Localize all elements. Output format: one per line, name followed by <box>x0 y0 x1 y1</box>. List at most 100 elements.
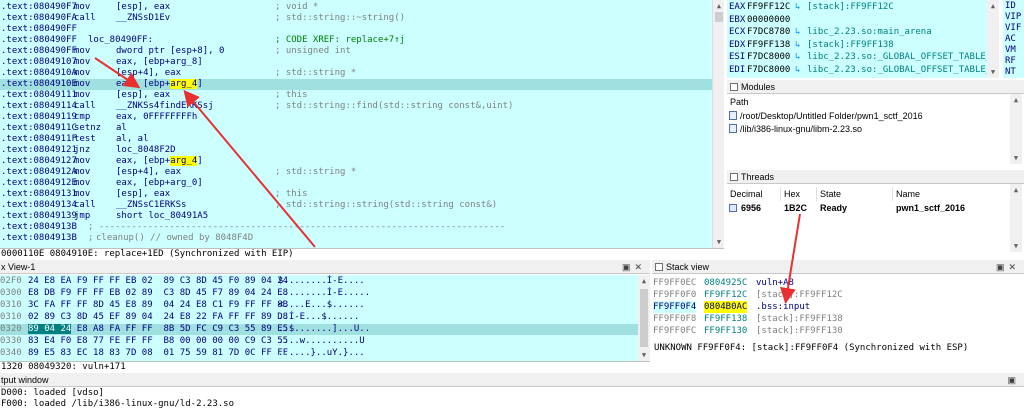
stackview-header[interactable]: Stack view ▣✕ <box>652 260 1024 274</box>
stack-row[interactable]: FF9FF0F0 FF9FF12C [stack]:FF9FF12C <box>652 289 1024 301</box>
disasm-line[interactable]: .text:0804912E mov eax, [ebp+arg_0] <box>0 178 712 189</box>
disasm-line[interactable]: .text:0804913B ; ------------------------… <box>0 222 712 233</box>
hex-bytes[interactable]: 3C FA FF FF 8D 45 E8 89 04 24 E8 C1 F9 F… <box>28 300 288 311</box>
register-value[interactable]: F7DC8780 <box>747 26 790 38</box>
register-row[interactable]: EAX FF9FF12C ↳ [stack]:FF9FF12C <box>727 1 987 13</box>
disasm-line[interactable]: .text:08049139 jmp short loc_80491A5 <box>0 211 712 222</box>
threads-scrollbar[interactable]: ▲ ▼ <box>1010 184 1022 252</box>
stack-value[interactable]: 0804B0AC <box>704 301 748 313</box>
modules-scrollbar[interactable]: ▲ ▼ <box>1010 94 1022 164</box>
hex-line[interactable]: 0310 3C FA FF FF 8D 45 E8 89 04 24 E8 C1 … <box>0 300 638 311</box>
hex-line[interactable]: 0320 89 04 24 E8 A8 FA FF FF 8B 5D FC C9 … <box>0 324 638 335</box>
scroll-thumb[interactable] <box>640 289 648 347</box>
scroll-down-icon[interactable]: ▼ <box>1010 240 1022 252</box>
register-value[interactable]: FF9FF138 <box>747 39 790 51</box>
hex-line[interactable]: 0340 89 E5 83 EC 18 83 7D 08 01 75 59 81 … <box>0 348 638 359</box>
panel-window-buttons[interactable]: ▣ <box>1007 373 1020 387</box>
scroll-thumb[interactable] <box>715 12 723 22</box>
hexview-header[interactable]: x View-1 ▣✕ <box>0 260 650 274</box>
scroll-up-icon[interactable]: ▲ <box>1010 94 1022 106</box>
disassembly-scrollbar[interactable]: ▲ ▼ <box>712 0 724 248</box>
selected-bytes[interactable]: 89 04 24 <box>28 324 72 334</box>
disasm-line[interactable]: .text:0804911F test al, al <box>0 134 712 145</box>
stack-value[interactable]: FF9FF12C <box>704 289 747 301</box>
hex-ascii[interactable]: <....E...$...... <box>278 300 365 311</box>
modules-column-path[interactable]: Path <box>730 96 749 108</box>
flag-vm[interactable]: VM <box>1005 45 1016 56</box>
flag-id[interactable]: ID <box>1005 1 1016 12</box>
scroll-down-icon[interactable]: ▼ <box>987 66 999 78</box>
hex-bytes[interactable]: 83 E4 F0 E8 77 FE FF FF B8 00 00 00 00 C… <box>28 336 288 347</box>
table-row[interactable]: 6956 1B2C Ready pwn1_sctf_2016 <box>727 201 1013 215</box>
stack-view[interactable]: FF9FF0EC 0804925C vuln+A8 FF9FF0F0 FF9FF12C [… <box>652 275 1024 341</box>
hex-bytes[interactable]: 02 89 C3 8D 45 EF 89 04 24 E8 22 FA FF F… <box>28 312 288 323</box>
modules-header[interactable]: Modules <box>727 80 1024 94</box>
hex-ascii[interactable]: .........Í-E..... <box>278 288 370 299</box>
register-row[interactable]: ECX F7DC8780 ↳ libc_2.23.so:main_arena <box>727 26 987 38</box>
disassembly-view[interactable]: .text:080490F7 mov [esp], eax; void * .text… <box>0 0 712 248</box>
stack-value[interactable]: FF9FF138 <box>704 313 747 325</box>
disasm-line[interactable]: .text:0804910E mov eax, [ebp+arg_4] <box>0 79 712 90</box>
scroll-up-icon[interactable]: ▲ <box>638 275 650 287</box>
stack-value[interactable]: 0804925C <box>704 277 747 289</box>
stack-row[interactable]: FF9FF0EC 0804925C vuln+A8 <box>652 277 1024 289</box>
disasm-line[interactable]: .text:08049134 call __ZNSsC1ERKSs ; std::st… <box>0 200 712 211</box>
hex-bytes[interactable]: 89 04 24 E8 A8 FA FF FF 8B 5D FC C9 C3 5… <box>28 324 288 335</box>
register-row[interactable]: ESI F7DC8000 ↳ libc_2.23.so:_GLOBAL_OFFSET_… <box>727 51 987 63</box>
registers-view[interactable]: EAX FF9FF12C ↳ [stack]:FF9FF12C EBX 00000000 E… <box>727 0 987 78</box>
register-value[interactable]: FF9FF12C <box>747 1 790 13</box>
scroll-up-icon[interactable]: ▲ <box>987 0 999 12</box>
flag-ac[interactable]: AC <box>1005 34 1016 45</box>
hex-bytes[interactable]: E8 DB F9 FF FF EB 02 89 C3 8D 45 F7 89 0… <box>28 288 288 299</box>
disasm-line[interactable]: .text:0804912A mov [esp+4], eax ; std::stri… <box>0 167 712 178</box>
disasm-line[interactable]: .text:080490F7 mov [esp], eax ; void * <box>0 2 712 13</box>
disasm-line[interactable]: .text:08049107 mov eax, [ebp+arg_8] <box>0 57 712 68</box>
disasm-line[interactable]: .text:08049114 call __ZNKSs4findERKSsj ; st… <box>0 101 712 112</box>
column-name[interactable]: Name <box>893 187 1013 201</box>
panel-window-buttons[interactable]: ▣✕ <box>996 260 1020 274</box>
list-item[interactable]: /root/Desktop/Untitled Folder/pwn1_sctf_… <box>729 110 923 122</box>
hex-bytes[interactable]: 89 E5 83 EC 18 83 7D 08 01 75 59 81 7D 0… <box>28 348 288 359</box>
disasm-line[interactable]: .text:0804910A mov [esp+4], eax ; std::stri… <box>0 68 712 79</box>
threads-header[interactable]: Threads <box>727 170 1024 184</box>
register-row[interactable]: EDI F7DC8000 ↳ libc_2.23.so:_GLOBAL_OFFSET_… <box>727 64 987 76</box>
disasm-line[interactable]: .text:08049127 mov eax, [ebp+arg_4] <box>0 156 712 167</box>
flags-view[interactable]: ID VIP VIF AC VM RF NT <box>1003 0 1024 78</box>
hex-ascii[interactable]: ..$.......]...U.. <box>278 324 370 335</box>
column-state[interactable]: State <box>817 187 893 201</box>
hex-ascii[interactable]: ....w..........U <box>278 336 365 347</box>
disasm-line[interactable]: .text:08049119 cmp eax, 0FFFFFFFFh <box>0 112 712 123</box>
scroll-down-icon[interactable]: ▼ <box>1010 152 1022 164</box>
hex-ascii[interactable]: ..Í-E...$...... <box>278 312 359 323</box>
hex-line[interactable]: 0300 E8 DB F9 FF FF EB 02 89 C3 8D 45 F7 … <box>0 288 638 299</box>
register-row[interactable]: EDX FF9FF138 ↳ [stack]:FF9FF138 <box>727 39 987 51</box>
column-hex[interactable]: Hex <box>781 187 817 201</box>
hex-line[interactable]: 02F0 24 E8 EA F9 FF FF EB 02 89 C3 8D 45 … <box>0 276 638 287</box>
panel-window-buttons[interactable]: ▣✕ <box>622 260 646 274</box>
hex-bytes[interactable]: 24 E8 EA F9 FF FF EB 02 89 C3 8D 45 F0 8… <box>28 276 288 287</box>
hex-line[interactable]: 0330 83 E4 F0 E8 77 FE FF FF B8 00 00 00 … <box>0 336 638 347</box>
disasm-line[interactable]: .text:0804911C setnz al <box>0 123 712 134</box>
disasm-line[interactable]: .text:08049111 mov [esp], eax ; this <box>0 90 712 101</box>
register-value[interactable]: 00000000 <box>747 14 790 26</box>
register-row[interactable]: EBX 00000000 <box>727 14 987 26</box>
list-item[interactable]: /lib/i386-linux-gnu/libm-2.23.so <box>729 123 862 135</box>
disasm-line[interactable]: .text:080490FF mov dword ptr [esp+8], 0 ; u… <box>0 46 712 57</box>
stack-value[interactable]: FF9FF130 <box>704 325 747 337</box>
output-header[interactable]: tput window ▣ <box>0 373 1024 387</box>
scroll-down-icon[interactable]: ▼ <box>713 236 725 248</box>
stack-row[interactable]: FF9FF0F4 0804B0AC .bss:input <box>652 301 1024 313</box>
flag-vip[interactable]: VIP <box>1005 12 1021 23</box>
scroll-up-icon[interactable]: ▲ <box>1010 184 1022 196</box>
disasm-line[interactable]: .text:080490FF loc_80490FF: ; CODE XREF: r… <box>0 35 712 46</box>
flag-vif[interactable]: VIF <box>1005 23 1021 34</box>
register-value[interactable]: F7DC8000 <box>747 64 790 76</box>
flag-nt[interactable]: NT <box>1005 67 1016 78</box>
hex-ascii[interactable]: $........Í-E.... <box>278 276 365 287</box>
column-decimal[interactable]: Decimal <box>727 187 781 201</box>
disasm-line[interactable]: .text:080490FA call __ZNSsD1Ev ; std::strin… <box>0 13 712 24</box>
hex-ascii[interactable]: ......}..uY.}... <box>278 348 365 359</box>
disasm-line[interactable]: .text:08049121 jnz loc_8048F2D <box>0 145 712 156</box>
output-window[interactable]: D000: loaded [vdso] F000: loaded /lib/i3… <box>0 387 1024 411</box>
flag-rf[interactable]: RF <box>1005 56 1016 67</box>
